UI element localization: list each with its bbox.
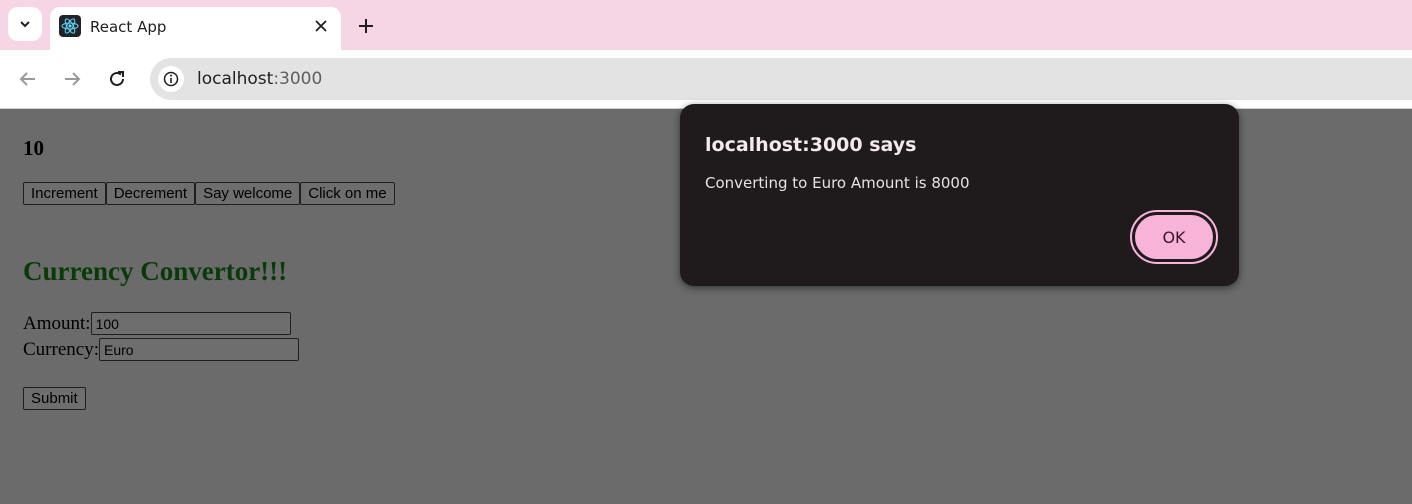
reload-icon (110, 71, 124, 86)
url-text: localhost:3000 (197, 69, 322, 89)
decrement-button[interactable]: Decrement (105, 182, 196, 205)
currency-label: Currency: (23, 338, 99, 360)
tab-search-button[interactable] (8, 7, 42, 41)
action-buttons: Increment Decrement Say welcome Click on… (23, 182, 395, 205)
url-port: :3000 (273, 69, 323, 89)
url-host: localhost (197, 69, 274, 89)
tab-strip: React App (0, 0, 1412, 50)
submit-button[interactable]: Submit (23, 387, 86, 410)
counter-value: 10 (23, 136, 44, 160)
amount-input[interactable] (90, 312, 291, 335)
arrow-right-icon (65, 72, 81, 86)
currency-input[interactable] (98, 338, 299, 361)
dialog-message: Converting to Euro Amount is 8000 (705, 174, 970, 192)
currency-row: Currency: (23, 338, 299, 361)
chevron-down-icon (20, 21, 30, 28)
alert-dialog: localhost:3000 says Converting to Euro A… (680, 104, 1239, 286)
increment-button[interactable]: Increment (23, 182, 106, 205)
tab-title: React App (90, 18, 167, 36)
react-icon (59, 15, 81, 37)
plus-icon (359, 19, 373, 33)
new-tab-button[interactable] (354, 14, 378, 38)
dialog-title: localhost:3000 says (705, 134, 917, 156)
back-button[interactable] (15, 66, 41, 92)
amount-label: Amount: (23, 312, 91, 334)
arrow-left-icon (19, 72, 35, 86)
reload-button[interactable] (104, 66, 130, 92)
amount-row: Amount: (23, 312, 291, 335)
ok-button[interactable]: OK (1130, 210, 1218, 264)
say-welcome-button[interactable]: Say welcome (195, 182, 301, 205)
close-tab-icon[interactable] (311, 16, 331, 36)
page-title: Currency Convertor!!! (23, 256, 288, 286)
forward-button[interactable] (59, 66, 85, 92)
click-on-me-button[interactable]: Click on me (300, 182, 395, 205)
address-bar[interactable]: localhost:3000 (150, 58, 1412, 100)
site-info-icon[interactable] (158, 66, 184, 92)
tab-react-app[interactable]: React App (50, 7, 341, 50)
browser-toolbar: localhost:3000 (0, 50, 1412, 109)
